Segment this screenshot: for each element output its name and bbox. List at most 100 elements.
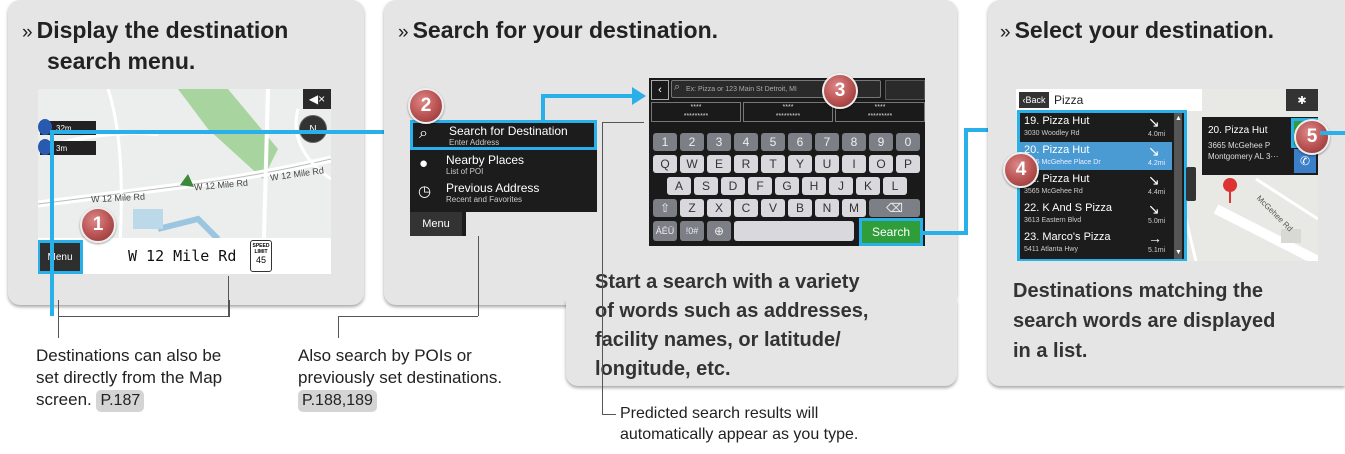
key[interactable]: 2 [680, 133, 704, 151]
key[interactable]: 9 [869, 133, 893, 151]
key[interactable]: E [707, 155, 731, 173]
callout-line [58, 300, 230, 317]
globe-icon[interactable]: ⊕ [707, 221, 731, 241]
scrollbar[interactable] [1174, 113, 1182, 259]
results-list: 19. Pizza Hut 3030 Woodley Rd ↘ 4.0mi 20… [1017, 110, 1187, 261]
search-button[interactable]: Search [859, 218, 923, 246]
key[interactable]: V [761, 199, 785, 217]
connector-line [964, 128, 968, 235]
key[interactable]: 8 [842, 133, 866, 151]
keyboard-row-q: Q W E R T Y U I O P [653, 155, 920, 173]
compass-icon[interactable]: N [299, 115, 327, 143]
list-item[interactable]: 21. Pizza Hut 3565 McGehee Rd ↘ 4.4mi [1020, 171, 1172, 199]
key[interactable]: G [775, 177, 799, 195]
key[interactable]: C [734, 199, 758, 217]
key[interactable]: L [883, 177, 907, 195]
page-reference-link[interactable]: P.188,189 [298, 390, 377, 412]
back-button[interactable]: ‹ Back [1019, 92, 1049, 108]
menu-button[interactable]: Menu [410, 212, 462, 236]
keyboard-row-z: ⇧ Z X C V B N M ⌫ [653, 199, 920, 217]
key[interactable]: 7 [815, 133, 839, 151]
backspace-icon[interactable]: ⌫ [869, 199, 920, 217]
key[interactable]: T [761, 155, 785, 173]
key[interactable]: M [842, 199, 866, 217]
list-item[interactable]: 23. Marco's Pizza 5411 Atlanta Hwy → 5.1… [1020, 229, 1172, 257]
key[interactable]: 1 [653, 133, 677, 151]
key[interactable]: Y [788, 155, 812, 173]
suggestion-2[interactable]: **** ********* [743, 102, 833, 122]
current-road-name: W 12 Mile Rd [128, 247, 237, 265]
panel2-description: Start a search with a variety of words s… [595, 271, 869, 380]
page-reference-link[interactable]: P.187 [96, 390, 145, 412]
step-badge-4: 4 [1003, 152, 1039, 188]
callout-line [602, 122, 644, 123]
key[interactable]: H [802, 177, 826, 195]
panel2-note: Also search by POIs or previously set de… [298, 345, 502, 412]
speed-limit-sign: SPEED LIMIT 45 [250, 240, 272, 272]
map-screen: W 12 Mile Rd W 12 Mile Rd W 12 Mile Rd ◀… [38, 89, 331, 274]
callout-line [478, 236, 479, 316]
connector-line [541, 94, 633, 98]
key[interactable]: A [667, 177, 691, 195]
connector-line [50, 130, 54, 316]
key[interactable]: U [815, 155, 839, 173]
shift-icon[interactable]: ⇧ [653, 199, 677, 217]
key[interactable]: 6 [788, 133, 812, 151]
connector-line [1320, 131, 1345, 135]
key[interactable]: Z [680, 199, 704, 217]
symbol-mode-key[interactable]: !0# [680, 221, 704, 241]
turn-arrow-icon: → [1148, 230, 1162, 246]
menu-item-previous-address[interactable]: ◷ Previous Address Recent and Favorites [410, 180, 597, 208]
key[interactable]: 3 [707, 133, 731, 151]
keyboard-row-bottom: ÀÉÜ !0# ⊕ [653, 221, 854, 241]
key[interactable]: N [815, 199, 839, 217]
key[interactable]: X [707, 199, 731, 217]
key[interactable]: 0 [896, 133, 920, 151]
menu-item-nearby-places[interactable]: ● Nearby Places List of POI [410, 152, 597, 180]
step-badge-3: 3 [822, 73, 858, 109]
key[interactable]: F [748, 177, 772, 195]
key[interactable]: S [694, 177, 718, 195]
list-item[interactable]: 19. Pizza Hut 3030 Woodley Rd ↘ 4.0mi [1020, 113, 1172, 141]
key[interactable]: 4 [734, 133, 758, 151]
key[interactable]: O [869, 155, 893, 173]
key[interactable]: K [856, 177, 880, 195]
space-key[interactable] [734, 221, 854, 241]
panel2-title: » Search for your destination. [398, 17, 719, 43]
key[interactable]: B [788, 199, 812, 217]
menu-item-search-destination[interactable]: ⌕ Search for Destination Enter Address [410, 120, 597, 150]
back-button[interactable]: ‹ [651, 80, 669, 100]
key[interactable]: R [734, 155, 758, 173]
keyboard-row-numbers: 1 2 3 4 5 6 7 8 9 0 [653, 133, 920, 151]
key[interactable]: J [829, 177, 853, 195]
key[interactable]: I [842, 155, 866, 173]
destination-menu: ⌕ Search for Destination Enter Address ●… [410, 120, 597, 236]
bluetooth-icon: ✱ [1286, 89, 1318, 111]
mute-icon[interactable]: ◀× [303, 89, 331, 109]
callout-line [602, 122, 603, 414]
callout-line [338, 316, 339, 338]
location-pin-icon: ● [419, 155, 429, 172]
callout-line [602, 414, 616, 415]
scroll-down-icon[interactable]: ▼ [1175, 249, 1182, 256]
map-menu-button[interactable]: Menu [38, 240, 83, 274]
callout-line [58, 316, 59, 338]
key[interactable]: P [896, 155, 920, 173]
panel-handle[interactable] [1186, 167, 1196, 201]
suggestion-1[interactable]: **** ********* [651, 102, 741, 122]
key[interactable]: W [680, 155, 704, 173]
callout-line [338, 316, 478, 317]
list-item-selected[interactable]: 20. Pizza Hut 3665 McGehee Place Dr ↘ 4.… [1020, 142, 1172, 170]
panel3-title: » Select your destination. [1000, 17, 1275, 43]
scroll-up-icon[interactable]: ▲ [1175, 115, 1182, 122]
connector-line [541, 94, 545, 122]
connector-line [50, 130, 390, 134]
key[interactable]: D [721, 177, 745, 195]
input-action-button[interactable] [885, 80, 925, 100]
accent-mode-key[interactable]: ÀÉÜ [653, 221, 677, 241]
results-screen: McGehee Rd ‹ Back Pizza ✱ 19. Pizza Hut … [1016, 89, 1318, 261]
key[interactable]: Q [653, 155, 677, 173]
key[interactable]: 5 [761, 133, 785, 151]
list-item[interactable]: 22. K And S Pizza 3613 Eastern Blvd ↘ 5.… [1020, 200, 1172, 228]
turn-arrow-icon: ↘ [1148, 114, 1160, 130]
